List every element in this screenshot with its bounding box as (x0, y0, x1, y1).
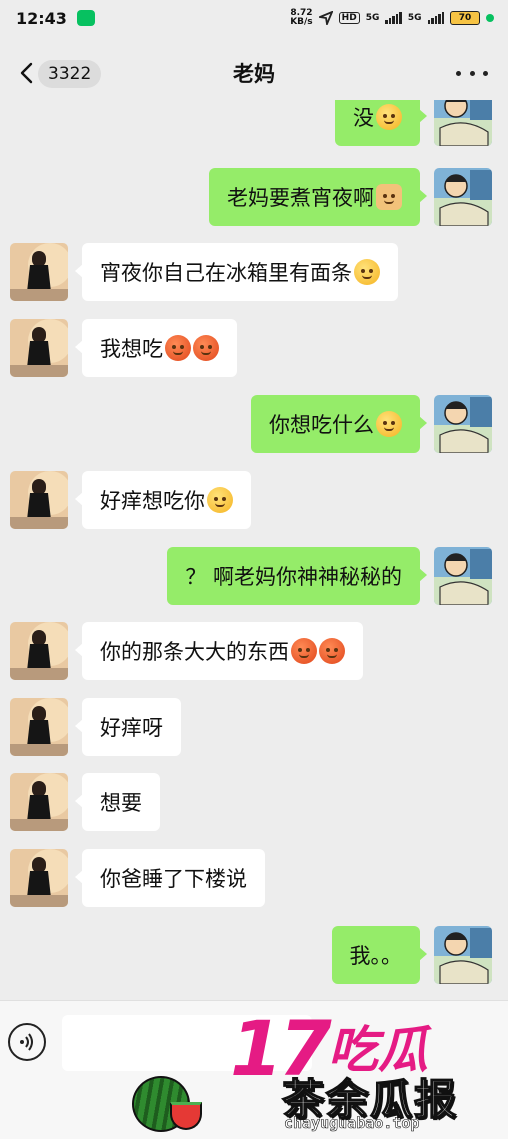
message-bubble[interactable]: 没 (335, 100, 427, 146)
message-bubble[interactable]: 好痒想吃你 (75, 471, 251, 529)
angry-emoji-icon (291, 638, 317, 664)
message-bubble[interactable]: 你的那条大大的东西 (75, 622, 363, 680)
status-indicators: 8.72 KB/s HD 5G 5G 70 (290, 9, 494, 27)
network-speed: 8.72 KB/s (290, 9, 312, 27)
message-text: 你爸睡了下楼说 (100, 867, 247, 891)
message-bubble[interactable]: 想要 (75, 773, 160, 831)
my-avatar[interactable] (434, 100, 492, 146)
message-bubble[interactable]: 我想吃 (75, 319, 237, 377)
message-text: 你的那条大大的东西 (100, 640, 289, 664)
contact-avatar[interactable] (10, 622, 68, 680)
contact-avatar[interactable] (10, 471, 68, 529)
message-list[interactable]: 没老妈要煮宵夜啊宵夜你自己在冰箱里有面条 我想吃你想吃什么好痒想吃你 ？ 啊老妈你神… (0, 100, 508, 1000)
my-avatar[interactable] (434, 168, 492, 226)
signal-bars-icon (385, 12, 402, 24)
more-options-button[interactable] (456, 60, 488, 86)
message-text: 想要 (100, 791, 142, 815)
message-bubble[interactable]: 好痒呀 (75, 698, 181, 756)
status-time: 12:43 (16, 8, 67, 28)
dot-icon (469, 70, 475, 76)
message-bubble[interactable]: 我。。 (331, 926, 427, 984)
message-text: 没 (353, 106, 374, 130)
angry-emoji-icon (165, 335, 191, 361)
hd-icon: HD (338, 12, 360, 24)
message-text: 老妈要煮宵夜啊 (227, 186, 374, 210)
my-avatar[interactable] (434, 547, 492, 605)
angry-emoji-icon (319, 638, 345, 664)
dot-icon (456, 70, 461, 76)
smile-emoji-icon (376, 411, 402, 437)
contact-avatar[interactable] (10, 698, 68, 756)
location-icon (318, 11, 333, 25)
dot-icon (483, 70, 488, 76)
contact-avatar[interactable] (10, 319, 68, 377)
voice-icon (20, 1033, 33, 1051)
smile-emoji-icon (376, 104, 402, 130)
chat-header: 3322 老妈 (0, 44, 508, 102)
my-avatar[interactable] (434, 395, 492, 453)
wechat-notification-icon (76, 10, 95, 26)
smile-emoji-icon (207, 487, 233, 513)
contact-avatar[interactable] (10, 773, 68, 831)
message-text: 我想吃 (100, 337, 163, 361)
contact-avatar[interactable] (10, 243, 68, 301)
message-text: ？ 啊老妈你神神秘秘的 (185, 565, 402, 589)
message-text: 我。。 (349, 944, 403, 968)
message-bubble[interactable]: 宵夜你自己在冰箱里有面条 (75, 243, 398, 301)
message-text: 好痒呀 (100, 716, 163, 740)
privacy-dot-icon (486, 14, 494, 22)
message-bubble[interactable]: ？ 啊老妈你神神秘秘的 (167, 547, 427, 605)
chat-title: 老妈 (233, 62, 275, 86)
signal-label-1: 5G (365, 13, 380, 23)
message-text: 宵夜你自己在冰箱里有面条 (100, 261, 352, 285)
voice-input-button[interactable] (8, 1023, 46, 1061)
watermark-logo: 17 吃瓜 茶余瓜报 chayuguabao.top (132, 1004, 500, 1136)
message-bubble[interactable]: 你想吃什么 (251, 395, 427, 453)
my-avatar[interactable] (434, 926, 492, 984)
message-text: 你想吃什么 (269, 413, 374, 437)
watermark-domain: chayuguabao.top (284, 1114, 420, 1133)
signal-bars-icon (427, 12, 444, 24)
smile-emoji-icon (354, 259, 380, 285)
angry-emoji-icon (193, 335, 219, 361)
status-bar: 12:43 8.72 KB/s HD 5G 5G 70 (0, 0, 508, 36)
signal-label-2: 5G (407, 13, 422, 23)
battery-icon: 70 (450, 11, 480, 25)
dog-emoji-icon (376, 184, 402, 210)
network-speed-unit: KB/s (290, 17, 313, 27)
contact-avatar[interactable] (10, 849, 68, 907)
message-bubble[interactable]: 老妈要煮宵夜啊 (209, 168, 427, 226)
message-text: 好痒想吃你 (100, 489, 205, 513)
message-bubble[interactable]: 你爸睡了下楼说 (75, 849, 265, 907)
